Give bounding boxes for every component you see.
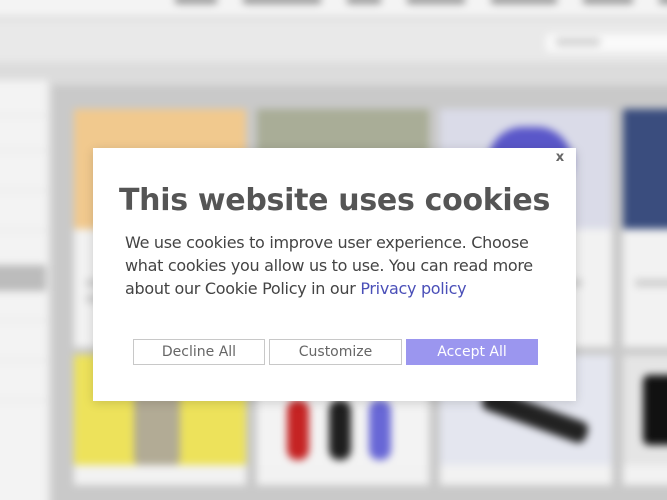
- cookie-consent-dialog: x This website uses cookies We use cooki…: [93, 148, 576, 401]
- category-sidebar: [0, 80, 48, 500]
- nav-links: [175, 0, 667, 4]
- privacy-policy-link[interactable]: Privacy policy: [360, 279, 466, 298]
- dialog-message: We use cookies to improve user experienc…: [125, 231, 565, 300]
- sidebar-selected-item: [0, 265, 46, 291]
- top-navigation-bar: [0, 0, 667, 16]
- customize-button[interactable]: Customize: [269, 339, 402, 365]
- close-button[interactable]: x: [552, 150, 568, 166]
- dialog-message-text: We use cookies to improve user experienc…: [125, 233, 533, 298]
- search-input: [546, 34, 667, 52]
- decline-all-button[interactable]: Decline All: [133, 339, 265, 365]
- product-card: [623, 355, 667, 485]
- page: x This website uses cookies We use cooki…: [0, 0, 667, 500]
- accept-all-button[interactable]: Accept All: [406, 339, 538, 365]
- product-card: [623, 109, 667, 347]
- dialog-title: This website uses cookies: [118, 183, 551, 218]
